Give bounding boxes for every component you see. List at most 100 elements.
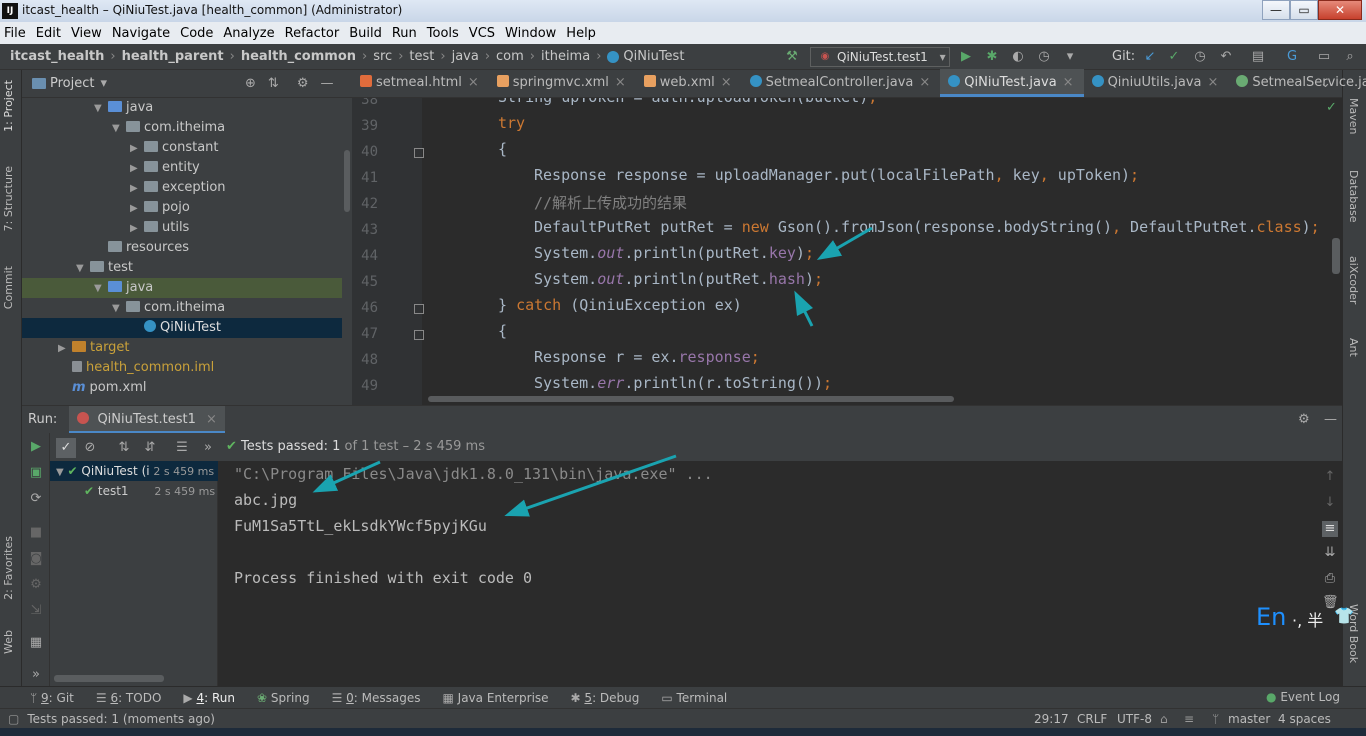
project-tree-item[interactable]: resources: [22, 238, 342, 258]
breadcrumb-item[interactable]: itheima: [541, 49, 590, 64]
project-tree-item[interactable]: m pom.xml: [22, 378, 342, 398]
menu-help[interactable]: Help: [566, 26, 596, 41]
editor-scrollbar[interactable]: [1332, 238, 1340, 274]
project-tree-item[interactable]: ▼ java: [22, 98, 342, 118]
chevron-down-icon[interactable]: ▼: [112, 299, 126, 319]
chevron-right-icon[interactable]: ▶: [130, 139, 144, 159]
layout-icon[interactable]: ▭: [1316, 49, 1332, 65]
project-tree-item[interactable]: ▶ exception: [22, 178, 342, 198]
fold-marker-icon[interactable]: [414, 148, 424, 158]
tabs-overflow-chevron-icon[interactable]: ⌄: [1320, 76, 1331, 91]
inspection-ok-icon[interactable]: ✓: [1326, 100, 1337, 115]
close-icon[interactable]: ×: [919, 75, 930, 90]
camera-icon[interactable]: ◙: [28, 551, 44, 567]
more-icon[interactable]: »: [28, 667, 44, 683]
project-tree-item[interactable]: ▶ entity: [22, 158, 342, 178]
menu-run[interactable]: Run: [392, 26, 417, 41]
project-tree-item[interactable]: ▶ constant: [22, 138, 342, 158]
project-structure-icon[interactable]: ▤: [1250, 49, 1266, 65]
test-case-row[interactable]: ✔ test1 2 s 459 ms: [50, 481, 218, 501]
close-icon[interactable]: ×: [615, 75, 626, 90]
editor-tab[interactable]: web.xml ×: [636, 69, 742, 97]
project-tool-tab[interactable]: 1: Project: [2, 80, 15, 132]
database-tool-tab[interactable]: Database: [1347, 170, 1360, 223]
close-icon[interactable]: ×: [721, 75, 732, 90]
rerun-icon[interactable]: ▶: [28, 439, 44, 455]
profile-icon[interactable]: ◷: [1036, 49, 1052, 65]
ant-tool-tab[interactable]: Ant: [1347, 338, 1360, 357]
tree-scrollbar[interactable]: [344, 150, 350, 212]
editor-tab[interactable]: QiNiuTest.java ×: [940, 69, 1084, 97]
git-branch[interactable]: master: [1228, 712, 1270, 726]
ime-skin-icon[interactable]: 👕: [1334, 606, 1354, 626]
rerun-failed-icon[interactable]: ▣: [28, 465, 44, 481]
ime-mode-indicator[interactable]: ·, 半: [1292, 607, 1323, 631]
expand-all-icon[interactable]: ☰: [174, 440, 190, 456]
bottom-tool-tab[interactable]: ☰ 0: Messages: [332, 691, 421, 705]
project-tree-item[interactable]: health_common.iml: [22, 358, 342, 378]
event-log-tab[interactable]: ● Event Log: [1266, 690, 1340, 704]
project-tree-item[interactable]: ▼ com.itheima: [22, 118, 342, 138]
bottom-tool-tab[interactable]: ▦ Java Enterprise: [443, 691, 549, 705]
gear-icon[interactable]: ⚙: [297, 76, 309, 91]
debug-icon[interactable]: ✱: [984, 49, 1000, 65]
project-tree-item[interactable]: ▼ java: [22, 278, 342, 298]
project-tree-item[interactable]: ▼ test: [22, 258, 342, 278]
project-panel-title[interactable]: Project: [50, 76, 94, 91]
scroll-up-icon[interactable]: ↑: [1322, 469, 1338, 485]
status-message[interactable]: Tests passed: 1 (moments ago): [27, 712, 215, 726]
project-tree-item[interactable]: ▶ target: [22, 338, 342, 358]
breadcrumb-item[interactable]: itcast_health: [10, 49, 104, 64]
toggle-autotest-icon[interactable]: ⟳: [28, 491, 44, 507]
layout-icon[interactable]: ▦: [28, 635, 44, 651]
project-tree-item[interactable]: ▶ utils: [22, 218, 342, 238]
breadcrumb-item[interactable]: java: [452, 49, 479, 64]
aixcoder-tool-tab[interactable]: aiXcoder: [1347, 256, 1360, 304]
soft-wrap-icon[interactable]: ≡: [1322, 521, 1338, 537]
sort-duration-icon[interactable]: ⇵: [142, 440, 158, 456]
editor-tab[interactable]: setmeal.html ×: [352, 69, 489, 97]
chevron-right-icon[interactable]: ▶: [58, 339, 72, 359]
cursor-position[interactable]: 29:17: [1034, 712, 1069, 726]
chevron-down-icon[interactable]: ▼: [112, 119, 126, 139]
minimize-button[interactable]: —: [1262, 0, 1290, 20]
menu-tools[interactable]: Tools: [427, 26, 459, 41]
editor-horizontal-scrollbar[interactable]: [428, 396, 954, 402]
stop-icon[interactable]: ▾: [1062, 49, 1078, 65]
chevron-down-icon[interactable]: ▼: [76, 259, 90, 279]
test-suite-row[interactable]: ▼ ✔ QiNiuTest (i 2 s 459 ms: [50, 461, 218, 481]
scroll-to-end-icon[interactable]: ⇊: [1322, 545, 1338, 561]
gear-icon[interactable]: ⚙: [1298, 412, 1310, 427]
menu-refactor[interactable]: Refactor: [285, 26, 340, 41]
minimize-panel-icon[interactable]: —: [320, 76, 333, 91]
locate-icon[interactable]: ⊕: [245, 76, 256, 91]
coverage-icon[interactable]: ◐: [1010, 49, 1026, 65]
git-commit-icon[interactable]: ✓: [1166, 49, 1182, 65]
chevron-right-icon[interactable]: ▶: [130, 219, 144, 239]
bottom-tool-tab[interactable]: ❀ Spring: [257, 691, 310, 705]
breadcrumb-item[interactable]: com: [496, 49, 524, 64]
close-button[interactable]: ✕: [1318, 0, 1362, 20]
git-history-icon[interactable]: ◷: [1192, 49, 1208, 65]
menu-vcs[interactable]: VCS: [469, 26, 495, 41]
breadcrumb-item[interactable]: health_common: [241, 49, 356, 64]
close-icon[interactable]: ×: [206, 412, 217, 427]
chevron-down-icon[interactable]: ▼: [94, 99, 108, 119]
breadcrumb-item[interactable]: QiNiuTest: [623, 49, 684, 64]
breadcrumb-item[interactable]: health_parent: [122, 49, 224, 64]
run-tab[interactable]: QiNiuTest.test1 ×: [69, 405, 225, 434]
web-tool-tab[interactable]: Web: [2, 630, 15, 654]
menu-build[interactable]: Build: [349, 26, 382, 41]
favorites-tool-tab[interactable]: 2: Favorites: [2, 536, 15, 600]
breadcrumb-item[interactable]: test: [409, 49, 434, 64]
git-rollback-icon[interactable]: ↶: [1218, 49, 1234, 65]
project-tree-item[interactable]: ▶ pojo: [22, 198, 342, 218]
collapse-icon[interactable]: ⇅: [268, 76, 279, 91]
menu-window[interactable]: Window: [505, 26, 556, 41]
menu-view[interactable]: View: [71, 26, 102, 41]
lock-icon[interactable]: ⌂: [1160, 712, 1168, 726]
show-ignored-icon[interactable]: ⊘: [82, 440, 98, 456]
scroll-down-icon[interactable]: ↓: [1322, 495, 1338, 511]
chevron-right-icon[interactable]: ▶: [130, 179, 144, 199]
editor-tab[interactable]: SetmealService.java×: [1228, 69, 1366, 97]
